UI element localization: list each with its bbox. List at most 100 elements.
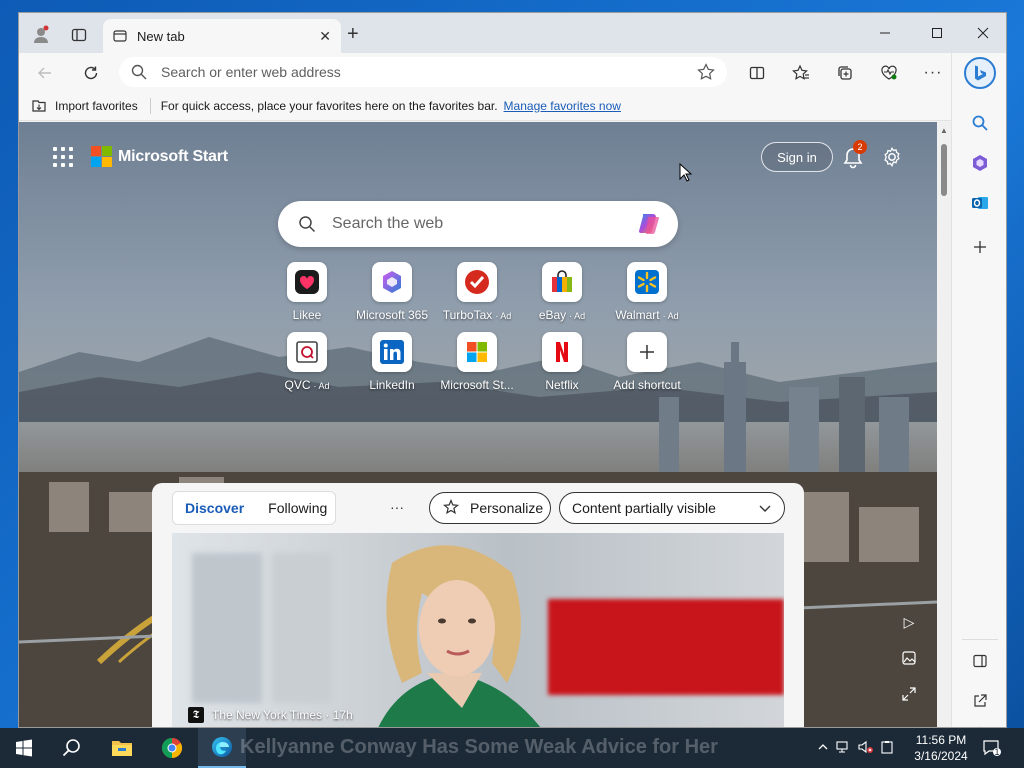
content-visibility-value: Content partially visible: [572, 500, 716, 516]
linkedin-icon: [380, 340, 404, 364]
shortcut-netflix[interactable]: Netflix: [522, 332, 602, 392]
new-tab-button[interactable]: +: [347, 24, 359, 44]
page-settings-gear-icon[interactable]: [881, 146, 903, 168]
folder-icon: [112, 741, 132, 756]
network-icon[interactable]: [832, 740, 854, 757]
edge-button[interactable]: [198, 728, 246, 768]
personalize-button[interactable]: Personalize: [429, 492, 551, 524]
notification-badge: 2: [853, 140, 867, 154]
personalize-label: Personalize: [470, 500, 544, 516]
address-placeholder: Search or enter web address: [161, 64, 341, 80]
sidebar-settings-button[interactable]: [968, 721, 992, 727]
address-bar[interactable]: Search or enter web address: [119, 57, 727, 87]
microsoft-365-icon: [973, 155, 987, 171]
image-icon[interactable]: [899, 648, 919, 668]
play-icon[interactable]: ▷: [899, 612, 919, 632]
sidebar-panel-icon: [973, 654, 987, 668]
manage-favorites-link[interactable]: Manage favorites now: [504, 99, 621, 113]
minimize-button[interactable]: [871, 23, 899, 43]
split-screen-button[interactable]: [745, 61, 769, 85]
chrome-button[interactable]: [148, 728, 196, 768]
collections-button[interactable]: [833, 61, 857, 85]
edge-browser-window: New tab ✕ + Search or enter web address: [18, 12, 1007, 728]
feed-tab-group: Discover Following: [172, 491, 336, 525]
refresh-icon: [84, 66, 98, 80]
microsoft-365-sidebar-button[interactable]: [968, 151, 992, 175]
tab-following[interactable]: Following: [256, 500, 339, 516]
favorites-button[interactable]: [789, 61, 813, 85]
shortcut-linkedin[interactable]: LinkedIn: [352, 332, 432, 392]
ad-label: · Ad: [662, 311, 679, 321]
browser-essentials-button[interactable]: [877, 61, 901, 85]
settings-and-more-button[interactable]: ···: [921, 61, 945, 85]
navigation-toolbar: Search or enter web address ···: [19, 53, 1006, 91]
shortcut-walmart[interactable]: Walmart · Ad: [607, 262, 687, 322]
sign-in-button[interactable]: Sign in: [761, 142, 833, 172]
action-center-badge: 1: [994, 747, 1000, 757]
microsoft-logo-icon: [91, 146, 112, 167]
content-visibility-dropdown[interactable]: Content partially visible: [559, 492, 785, 524]
open-external-button[interactable]: [968, 689, 992, 713]
shortcut-label: eBay: [538, 308, 567, 322]
shortcut-add[interactable]: Add shortcut: [607, 332, 687, 392]
split-screen-icon: [749, 66, 765, 80]
file-explorer-button[interactable]: [98, 728, 146, 768]
scrollbar-thumb[interactable]: [941, 144, 947, 196]
shortcut-label: Microsoft 365: [355, 308, 429, 322]
new-tab-page: Microsoft Start Sign in 2 Search the web…: [19, 122, 937, 727]
tab-title: New tab: [137, 28, 185, 44]
hide-sidebar-button[interactable]: [968, 649, 992, 673]
shortcut-label: Likee: [292, 308, 322, 322]
refresh-button[interactable]: [79, 61, 103, 85]
edge-sidebar: [951, 53, 1006, 727]
taskbar-clock[interactable]: 11:56 PM 3/16/2024: [910, 732, 972, 764]
shortcut-turbotax[interactable]: TurboTax · Ad: [437, 262, 517, 322]
volume-muted-icon[interactable]: [854, 740, 876, 757]
back-button[interactable]: [33, 61, 57, 85]
shortcut-microsoft-store[interactable]: Microsoft St...: [437, 332, 517, 392]
star-favorite-icon[interactable]: [697, 63, 715, 81]
close-window-button[interactable]: [969, 23, 997, 43]
chrome-icon: [161, 737, 183, 759]
copilot-icon[interactable]: [634, 209, 664, 239]
shortcut-likee[interactable]: Likee: [267, 262, 347, 322]
scroll-up-icon[interactable]: ▲: [940, 126, 948, 135]
ad-label: · Ad: [313, 381, 330, 391]
hero-news-card[interactable]: 𝕿 The New York Times · 17h: [172, 533, 784, 727]
page-scrollbar[interactable]: ▲: [937, 122, 951, 727]
web-search-box[interactable]: Search the web: [278, 201, 678, 247]
external-link-icon: [974, 694, 987, 707]
tab-discover[interactable]: Discover: [173, 500, 256, 516]
tab-new-tab[interactable]: New tab ✕: [103, 19, 341, 53]
hero-source: 𝕿 The New York Times · 17h: [188, 707, 353, 723]
microsoft-start-brand[interactable]: Microsoft Start: [118, 148, 228, 166]
expand-icon[interactable]: [899, 684, 919, 704]
favorites-bar: Import favorites For quick access, place…: [19, 91, 951, 121]
outlook-sidebar-button[interactable]: [968, 191, 992, 215]
sidebar-divider: [962, 639, 998, 640]
shortcut-ebay[interactable]: eBay · Ad: [522, 262, 602, 322]
taskbar-search-button[interactable]: [48, 728, 96, 768]
add-sidebar-app-button[interactable]: [968, 235, 992, 259]
search-sidebar-button[interactable]: [968, 111, 992, 135]
clipboard-icon[interactable]: [876, 740, 898, 757]
maximize-button[interactable]: [923, 23, 951, 43]
import-favorites-label: Import favorites: [55, 98, 138, 113]
profile-icon[interactable]: [29, 23, 53, 47]
action-center-button[interactable]: 1: [982, 728, 1002, 768]
microsoft-365-icon: [383, 271, 401, 293]
close-tab-icon[interactable]: ✕: [319, 28, 331, 45]
hero-source-label: The New York Times · 17h: [212, 708, 353, 722]
start-button[interactable]: [0, 728, 48, 768]
app-launcher-icon[interactable]: [53, 146, 73, 167]
shortcut-microsoft-365[interactable]: Microsoft 365: [352, 262, 432, 322]
shortcut-qvc[interactable]: QVC · Ad: [267, 332, 347, 392]
collections-icon: [838, 66, 852, 80]
shortcut-label: QVC: [284, 378, 311, 392]
feed-more-button[interactable]: ···: [390, 499, 404, 515]
copilot-sidebar-button[interactable]: [964, 57, 996, 89]
show-hidden-icons[interactable]: [814, 741, 832, 756]
plus-icon: [974, 241, 986, 253]
import-favorites-button[interactable]: Import favorites: [31, 97, 151, 114]
tab-actions-icon[interactable]: [67, 23, 91, 47]
